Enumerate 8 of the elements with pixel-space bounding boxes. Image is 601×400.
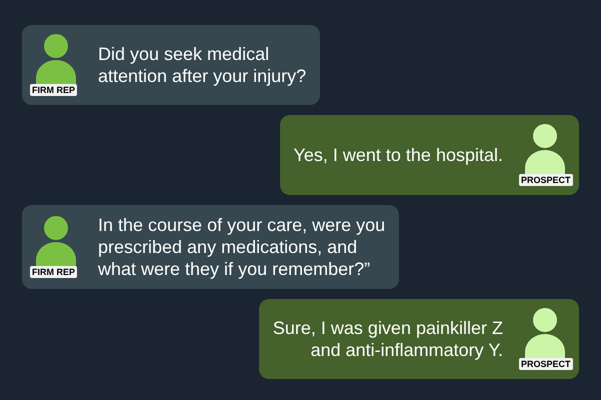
message-text: Did you seek medical attention after your injury? xyxy=(97,43,308,87)
message-text: In the course of your care, were you prescribed any medications, and what were they if you remember?” xyxy=(97,214,386,280)
role-label: FIRM REP xyxy=(30,84,78,96)
message-text: Yes, I went to the hospital. xyxy=(292,144,504,166)
role-label: PROSPECT xyxy=(519,174,573,186)
message-text: Sure, I was given painkiller Z and anti-inflammatory Y. xyxy=(272,317,504,361)
role-label: FIRM REP xyxy=(30,266,78,278)
role-label: PROSPECT xyxy=(519,358,573,370)
